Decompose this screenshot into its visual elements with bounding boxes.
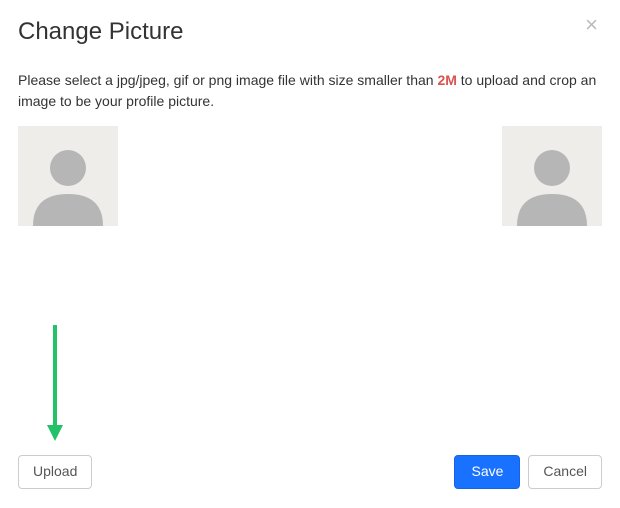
modal-title: Change Picture [18, 18, 602, 46]
button-row: Upload Save Cancel [18, 455, 602, 489]
annotation-arrow [50, 325, 60, 441]
cancel-button[interactable]: Cancel [528, 455, 602, 489]
person-icon [502, 126, 602, 226]
avatar-row [18, 126, 602, 226]
size-limit: 2M [437, 72, 456, 88]
upload-button[interactable]: Upload [18, 455, 92, 489]
save-button[interactable]: Save [454, 455, 520, 489]
change-picture-modal: × Change Picture Please select a jpg/jpe… [0, 0, 620, 508]
avatar-placeholder-right [502, 126, 602, 226]
desc-before: Please select a jpg/jpeg, gif or png ima… [18, 72, 437, 88]
person-icon [18, 126, 118, 226]
modal-description: Please select a jpg/jpeg, gif or png ima… [18, 70, 602, 112]
close-icon[interactable]: × [585, 14, 598, 36]
avatar-placeholder-left [18, 126, 118, 226]
